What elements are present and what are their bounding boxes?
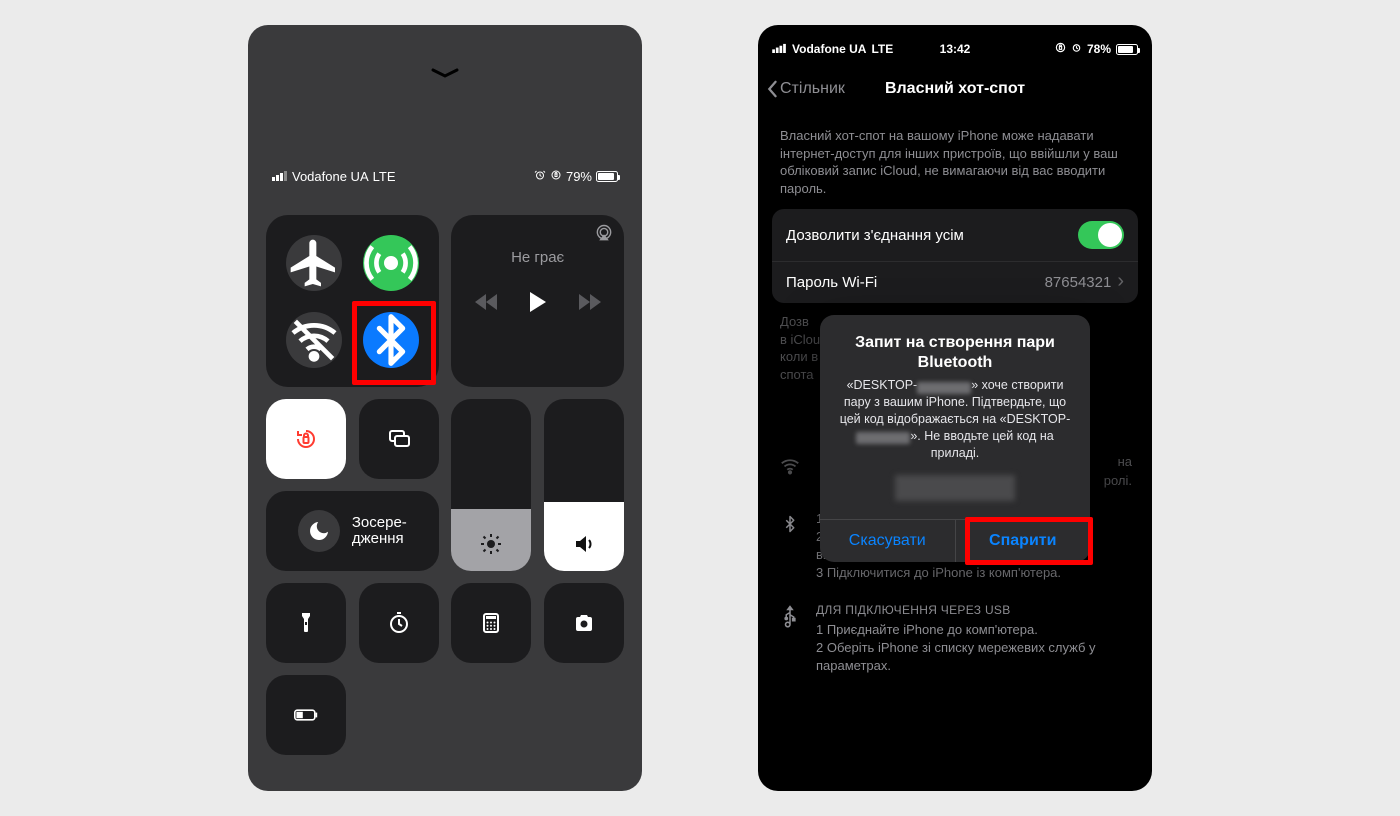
battery-pct-label: 78% xyxy=(1087,42,1111,56)
now-playing-label: Не грає xyxy=(465,249,610,266)
usb-icon xyxy=(778,603,802,676)
airplane-mode-toggle[interactable] xyxy=(286,235,342,291)
cancel-button[interactable]: Скасувати xyxy=(820,520,955,562)
bluetooth-toggle[interactable] xyxy=(363,312,419,368)
wifi-password-row[interactable]: Пароль Wi-Fi 87654321 xyxy=(772,261,1138,303)
battery-icon xyxy=(596,171,618,182)
pairing-code-redacted xyxy=(895,475,1015,501)
usb-section-title: ДЛЯ ПІДКЛЮЧЕННЯ ЧЕРЕЗ USB xyxy=(816,603,1132,617)
redacted-segment xyxy=(856,432,910,444)
allow-connections-row[interactable]: Дозволити з'єднання усім xyxy=(772,209,1138,261)
hotspot-settings-screen: Vodafone UA LTE 13:42 78% Стільник Власн… xyxy=(758,25,1152,791)
alert-title: Запит на створення пари Bluetooth xyxy=(836,333,1074,373)
flashlight-button[interactable] xyxy=(266,583,346,663)
toggle-switch[interactable] xyxy=(1078,221,1124,249)
wifi-toggle[interactable] xyxy=(286,312,342,368)
bluetooth-icon xyxy=(778,510,802,583)
clock-label: 13:42 xyxy=(940,42,971,56)
status-bar: Vodafone UA LTE 79% xyxy=(248,165,642,187)
battery-icon xyxy=(1116,44,1138,55)
usb-step-2: 2 Оберіть iPhone зі списку мережевих слу… xyxy=(816,639,1132,675)
battery-pct-label: 79% xyxy=(566,169,592,184)
usb-step-1: 1 Приєднайте iPhone до комп'ютера. xyxy=(816,621,1132,639)
low-power-button[interactable] xyxy=(266,675,346,755)
speaker-icon xyxy=(572,532,596,561)
network-label: LTE xyxy=(871,42,893,56)
play-icon[interactable] xyxy=(527,290,549,319)
usb-instructions-section: ДЛЯ ПІДКЛЮЧЕННЯ ЧЕРЕЗ USB 1 Приєднайте i… xyxy=(772,593,1138,686)
back-button[interactable]: Стільник xyxy=(766,80,845,98)
rotation-lock-status-icon xyxy=(1055,42,1066,56)
signal-icon xyxy=(772,42,787,56)
bluetooth-pair-alert: Запит на створення пари Bluetooth «DESKT… xyxy=(820,315,1090,562)
volume-slider[interactable] xyxy=(544,399,624,571)
pull-down-indicator xyxy=(431,61,459,84)
screen-mirroring-button[interactable] xyxy=(359,399,439,479)
nav-bar: Стільник Власний хот-спот xyxy=(758,69,1152,109)
row-label: Дозволити з'єднання усім xyxy=(786,227,964,244)
alarm-icon xyxy=(534,169,546,184)
rotation-lock-toggle[interactable] xyxy=(266,399,346,479)
focus-toggle[interactable]: Зосере- дження xyxy=(266,491,439,571)
redacted-segment xyxy=(917,382,971,394)
forward-icon[interactable] xyxy=(577,292,601,317)
network-label: LTE xyxy=(373,169,396,184)
calculator-button[interactable] xyxy=(451,583,531,663)
moon-icon xyxy=(298,510,340,552)
alert-message: «DESKTOP-» хоче створити пару з вашим iP… xyxy=(836,377,1074,461)
rotation-lock-status-icon xyxy=(550,169,562,184)
control-center-screen: Vodafone UA LTE 79% xyxy=(248,25,642,791)
page-title: Власний хот-спот xyxy=(885,80,1025,98)
highlight-frame xyxy=(965,517,1093,565)
settings-group: Дозволити з'єднання усім Пароль Wi-Fi 87… xyxy=(772,209,1138,303)
row-label: Пароль Wi-Fi xyxy=(786,274,877,291)
description-text: Власний хот-спот на вашому iPhone може н… xyxy=(780,127,1130,197)
airplay-icon[interactable] xyxy=(594,223,614,248)
media-playback-group[interactable]: Не грає xyxy=(451,215,624,387)
cellular-data-toggle[interactable] xyxy=(363,235,419,291)
sun-icon xyxy=(479,532,503,561)
status-bar: Vodafone UA LTE 13:42 78% xyxy=(758,39,1152,59)
wifi-password-value: 87654321 xyxy=(1045,274,1112,291)
bt-step-3: 3 Підключитися до iPhone із комп'ютера. xyxy=(816,564,1132,582)
connectivity-group[interactable] xyxy=(266,215,439,387)
timer-button[interactable] xyxy=(359,583,439,663)
camera-button[interactable] xyxy=(544,583,624,663)
signal-icon xyxy=(272,169,288,184)
wifi-icon xyxy=(778,453,802,489)
chevron-right-icon xyxy=(1117,274,1124,291)
carrier-label: Vodafone UA xyxy=(792,42,866,56)
rewind-icon[interactable] xyxy=(475,292,499,317)
back-label: Стільник xyxy=(780,80,845,98)
brightness-slider[interactable] xyxy=(451,399,531,571)
control-center-tiles: Не грає xyxy=(266,215,624,775)
carrier-label: Vodafone UA xyxy=(292,169,369,184)
alarm-icon xyxy=(1071,42,1082,56)
focus-label: Зосере- дження xyxy=(352,515,407,548)
